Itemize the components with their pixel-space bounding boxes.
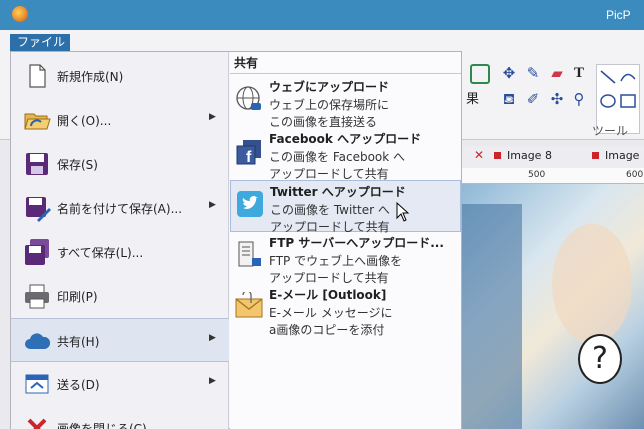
- text-tool-icon[interactable]: T: [568, 62, 590, 84]
- file-menu: 新規作成(N) 開く(O)... ▶ 保存(S) 名前を付けて保存(A)... …: [10, 51, 462, 429]
- submenu-arrow-icon: ▶: [209, 376, 216, 386]
- facebook-icon: f: [236, 140, 261, 166]
- eyedropper-tool-icon[interactable]: ⚲: [568, 88, 590, 110]
- share-item-desc: E-メール メッセージに: [269, 306, 393, 320]
- ruler-mark: 500: [528, 170, 546, 180]
- share-upload-twitter[interactable]: Twitter へアップロード この画像を Twitter へ アップロードして…: [230, 180, 461, 234]
- tab-marker-icon: [592, 152, 599, 159]
- printer-icon: [25, 284, 49, 309]
- artwork-region: [462, 204, 522, 429]
- mouse-cursor-icon: [396, 202, 410, 222]
- menu-item-label: すべて保存(L)...: [57, 246, 144, 260]
- menu-item-save[interactable]: 保存(S): [11, 142, 229, 186]
- share-submenu: 共有 ウェブにアップロード ウェブ上の保存場所に この画像を直接送る f Fac…: [230, 52, 461, 429]
- tab-image[interactable]: Image: [592, 149, 639, 162]
- menu-item-save-as[interactable]: 名前を付けて保存(A)... ▶: [11, 186, 229, 230]
- artwork-region: [552, 224, 632, 344]
- web-globe-icon: [236, 86, 261, 110]
- tools-group-label: ツール: [592, 124, 629, 138]
- cloud-share-icon: [25, 333, 51, 349]
- menu-item-print[interactable]: 印刷(P): [11, 274, 229, 318]
- menu-item-label: 共有(H): [57, 335, 100, 349]
- share-item-title: Facebook へアップロード: [269, 132, 422, 146]
- image-canvas[interactable]: ?: [462, 184, 644, 429]
- share-item-title: FTP サーバーへアップロード...: [269, 236, 444, 250]
- menu-item-label: 開く(O)...: [57, 114, 112, 128]
- menu-item-send[interactable]: 送る(D) ▶: [11, 362, 229, 406]
- save-as-icon: [26, 197, 51, 222]
- share-submenu-header: 共有: [234, 56, 259, 70]
- file-menu-button[interactable]: ファイル: [10, 34, 70, 51]
- open-folder-icon: [24, 113, 51, 130]
- effects-icon[interactable]: [470, 64, 490, 84]
- menu-item-save-all[interactable]: すべて保存(L)...: [11, 230, 229, 274]
- tab-close-icon[interactable]: ✕: [474, 148, 484, 162]
- share-upload-facebook[interactable]: f Facebook へアップロード この画像を Facebook へ アップロ…: [230, 128, 461, 181]
- share-item-desc: この画像を Facebook へ: [269, 150, 406, 164]
- menu-item-share[interactable]: 共有(H) ▶: [11, 318, 229, 362]
- tab-label: Image 8: [507, 149, 552, 162]
- menu-item-label: 保存(S): [57, 158, 98, 172]
- ftp-server-icon: [238, 241, 261, 267]
- share-item-desc: ウェブ上の保存場所に: [269, 98, 390, 112]
- title-bar: PicP: [0, 0, 644, 30]
- share-upload-web[interactable]: ウェブにアップロード ウェブ上の保存場所に この画像を直接送る: [230, 76, 461, 129]
- share-item-title: E-メール [Outlook]: [269, 288, 387, 302]
- eraser-tool-icon[interactable]: ▰: [546, 62, 568, 84]
- horizontal-ruler: 500 600: [462, 168, 644, 184]
- save-all-icon: [25, 239, 49, 265]
- svg-text:f: f: [246, 149, 252, 166]
- tools-group: ✥ ✎ ▰ T ⛾ ✐ ✣ ⚲: [496, 60, 592, 142]
- pen-tool-icon[interactable]: ✎: [522, 62, 544, 84]
- save-disk-icon: [26, 153, 48, 175]
- email-icon: [235, 292, 263, 318]
- menu-item-close-image[interactable]: 画像を閉じる(C): [11, 406, 229, 429]
- app-title: PicP: [606, 8, 631, 22]
- share-item-desc: a画像のコピーを添付: [269, 323, 385, 337]
- menu-item-label: 送る(D): [57, 378, 100, 392]
- share-item-desc: FTP でウェブ上へ画像を: [269, 254, 403, 268]
- submenu-arrow-icon: ▶: [209, 200, 216, 210]
- submenu-arrow-icon: ▶: [209, 112, 216, 122]
- tab-image-8[interactable]: Image 8: [494, 149, 552, 162]
- brush-tool-icon[interactable]: ✐: [522, 88, 544, 110]
- move-tool-icon[interactable]: ✥: [498, 62, 520, 84]
- app-logo-icon[interactable]: [12, 6, 28, 22]
- menu-item-label: 印刷(P): [57, 290, 98, 304]
- menu-item-label: 画像を閉じる(C): [57, 422, 147, 429]
- menu-item-label: 名前を付けて保存(A)...: [57, 202, 183, 216]
- menu-item-new[interactable]: 新規作成(N): [11, 54, 229, 98]
- twitter-icon: [237, 191, 263, 217]
- share-item-desc: この画像を Twitter へ: [270, 203, 390, 217]
- send-icon: [25, 374, 49, 394]
- file-menu-commands: 新規作成(N) 開く(O)... ▶ 保存(S) 名前を付けて保存(A)... …: [11, 52, 229, 429]
- divider: [230, 73, 461, 74]
- tab-marker-icon: [494, 152, 501, 159]
- menu-item-open[interactable]: 開く(O)... ▶: [11, 98, 229, 142]
- share-item-title: Twitter へアップロード: [270, 185, 406, 199]
- fill-tool-icon[interactable]: ⛾: [498, 88, 520, 110]
- share-item-title: ウェブにアップロード: [269, 80, 390, 94]
- new-document-icon: [29, 64, 46, 88]
- close-image-icon: [27, 418, 47, 429]
- share-upload-ftp[interactable]: FTP サーバーへアップロード... FTP でウェブ上へ画像を アップロードし…: [230, 232, 461, 285]
- submenu-arrow-icon: ▶: [209, 333, 216, 343]
- tab-label: Image: [605, 149, 640, 162]
- ruler-mark: 600: [626, 170, 644, 180]
- effects-label: 果: [466, 92, 480, 107]
- menu-item-label: 新規作成(N): [57, 70, 124, 84]
- stamp-tool-icon[interactable]: ✣: [546, 88, 568, 110]
- screen: PicP 果 ✥ ✎ ▰ T ⛾ ✐ ✣ ⚲ ツール ✕ Image 8 Ima…: [0, 0, 644, 429]
- speech-bubble-art: ?: [578, 334, 622, 384]
- share-email-outlook[interactable]: E-メール [Outlook] E-メール メッセージに a画像のコピーを添付: [230, 284, 461, 337]
